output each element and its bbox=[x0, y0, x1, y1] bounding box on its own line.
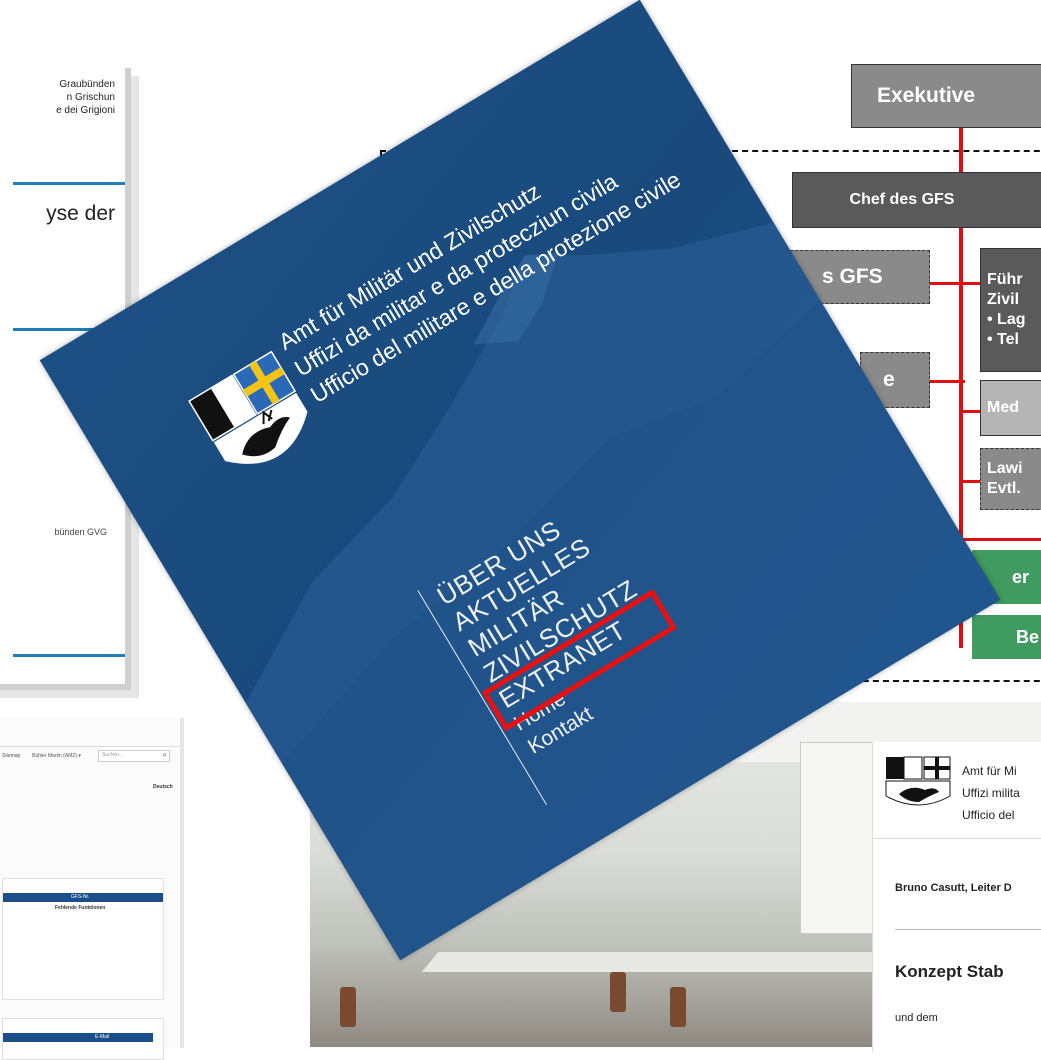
nav-user[interactable]: Bühler Martin (AMZ) ▾ bbox=[32, 753, 81, 759]
table-header: GFS-Nr. bbox=[3, 893, 163, 902]
divider bbox=[13, 654, 125, 657]
chair bbox=[340, 987, 356, 1027]
divider bbox=[895, 929, 1041, 930]
lawi-line-2: Evtl. bbox=[987, 480, 1021, 497]
lawi-box: Lawi Evtl. bbox=[980, 448, 1041, 510]
side-label: e bbox=[883, 368, 895, 391]
header-line-3: e dei Grigioni bbox=[56, 105, 115, 116]
med-label: Med bbox=[987, 399, 1019, 416]
green-label-1: er bbox=[1012, 566, 1030, 587]
document-a-heading: yse der bbox=[46, 202, 115, 225]
document-a-footer: bünden GVG bbox=[54, 527, 107, 537]
language-switch[interactable]: Deutsch bbox=[153, 784, 173, 790]
fuehrung-box: Führ Zivil • Lag • Tel bbox=[980, 248, 1041, 372]
lawi-line-1: Lawi bbox=[987, 460, 1023, 477]
fuehrung-line-2: Zivil bbox=[987, 291, 1020, 308]
extranet-screenshot: Sitemap Bühler Martin (AMZ) ▾ Suchen... … bbox=[0, 718, 180, 1060]
document-a-header: Graubünden n Grischun e dei Grigioni bbox=[56, 78, 115, 117]
chef-label: Chef des GFS bbox=[849, 191, 955, 208]
email-header-label: E-Mail bbox=[95, 1034, 110, 1040]
search-icon[interactable]: ⌕ bbox=[163, 750, 167, 760]
divider bbox=[0, 746, 180, 747]
letter-body: und dem bbox=[895, 1012, 938, 1024]
letter-title: Konzept Stab bbox=[895, 962, 1004, 981]
green-label-2: Be bbox=[1016, 626, 1040, 647]
exekutive-label: Exekutive bbox=[876, 84, 976, 107]
nav-sitemap[interactable]: Sitemap bbox=[2, 753, 20, 759]
divider bbox=[13, 182, 125, 185]
table-header-label: GFS-Nr. bbox=[71, 894, 90, 900]
letter-org-line-1: Amt für Mi bbox=[962, 764, 1017, 778]
green-box-2: Be bbox=[972, 615, 1041, 659]
fuehrung-line-1: Führ bbox=[987, 271, 1023, 288]
letter-document: Amt für Mi Uffizi milita Ufficio del Bru… bbox=[872, 742, 1041, 1052]
letter-org-line-2: Uffizi milita bbox=[962, 786, 1020, 800]
divider bbox=[873, 838, 1041, 839]
search-placeholder: Suchen... bbox=[102, 752, 124, 758]
med-box: Med bbox=[980, 380, 1041, 436]
chef-box: Chef des GFS bbox=[792, 172, 1041, 228]
chair bbox=[610, 972, 626, 1012]
header-line-2: n Grischun bbox=[66, 92, 115, 103]
search-input[interactable]: Suchen... ⌕ bbox=[98, 750, 170, 762]
table-subheader: Fehlende Funktionen bbox=[55, 905, 106, 911]
exekutive-box: Exekutive bbox=[851, 64, 1041, 128]
email-panel: E-Mail bbox=[2, 1018, 164, 1060]
chair bbox=[670, 987, 686, 1027]
connector bbox=[930, 380, 965, 383]
fuehrung-line-4: • Tel bbox=[987, 331, 1019, 348]
table-panel: GFS-Nr. Fehlende Funktionen bbox=[2, 878, 164, 1000]
header-line-1: Graubünden bbox=[59, 79, 115, 90]
graubuenden-crest-icon bbox=[885, 756, 951, 806]
connector bbox=[960, 538, 1041, 541]
letter-author: Bruno Casutt, Leiter D bbox=[895, 882, 1012, 894]
fuehrung-line-3: • Lag bbox=[987, 311, 1026, 328]
letter-org-line-3: Ufficio del bbox=[962, 808, 1015, 822]
gfs-label: s GFS bbox=[822, 265, 883, 288]
